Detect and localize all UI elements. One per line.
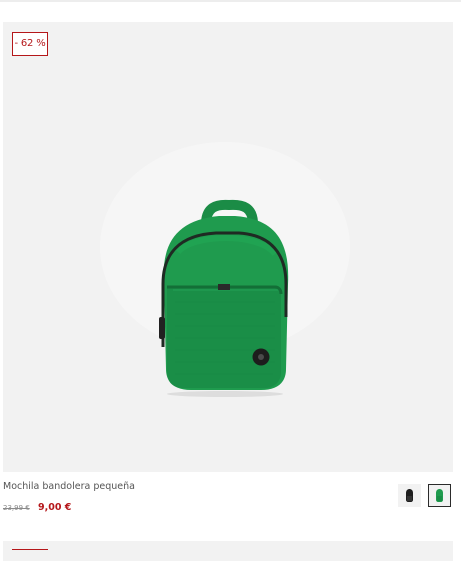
original-price: 23,99 € (3, 504, 30, 512)
color-swatch-black[interactable] (398, 484, 421, 507)
next-product-card[interactable] (3, 541, 453, 561)
black-backpack-thumbnail-icon (406, 489, 413, 502)
product-image-link[interactable]: - 62 % (3, 22, 453, 472)
green-backpack-thumbnail-icon (436, 489, 443, 502)
product-name[interactable]: Mochila bandolera pequeña (3, 481, 135, 492)
sale-price: 9,00 € (38, 502, 72, 513)
product-card: - 62 % Mochila bandolera pequeña 23,99 €… (0, 0, 461, 561)
green-backpack-image (100, 142, 350, 397)
next-discount-badge (12, 549, 48, 560)
color-swatch-green[interactable] (428, 484, 451, 507)
discount-badge: - 62 % (12, 32, 48, 56)
